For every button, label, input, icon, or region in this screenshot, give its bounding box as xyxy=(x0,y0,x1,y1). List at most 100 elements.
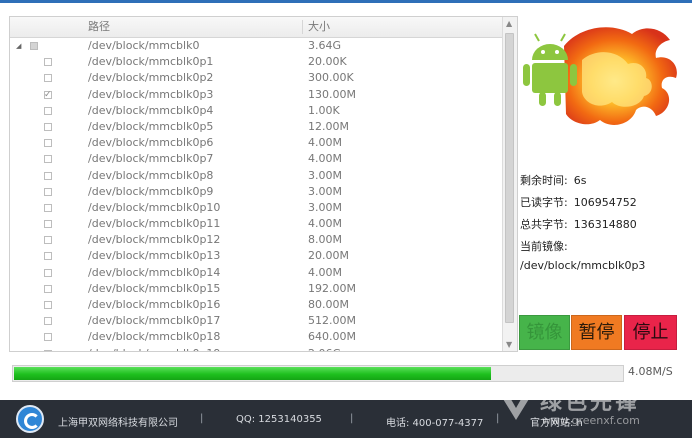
row-size: 3.00M xyxy=(308,184,342,198)
row-size: 3.00M xyxy=(308,200,342,214)
table-row[interactable]: /dev/block/mmcblk0p3 130.00M xyxy=(10,87,502,103)
table-row[interactable]: /dev/block/mmcblk0p2 300.00K xyxy=(10,70,502,86)
row-checkbox[interactable] xyxy=(44,139,52,148)
table-row[interactable]: /dev/block/mmcblk0p11 4.00M xyxy=(10,216,502,232)
pause-button[interactable]: 暂停 xyxy=(571,315,622,350)
current-image-label: 当前镜像: xyxy=(520,240,568,253)
row-path: /dev/block/mmcblk0p19 xyxy=(88,346,220,351)
progress-fill xyxy=(14,367,491,380)
scroll-up-icon[interactable]: ▲ xyxy=(506,19,512,28)
table-body: ◢ /dev/block/mmcblk0 3.64G /dev/block/mm… xyxy=(10,38,502,351)
table-row[interactable]: /dev/block/mmcblk0p7 4.00M xyxy=(10,151,502,167)
row-checkbox[interactable] xyxy=(44,301,52,309)
footer-phone: 电话: 400-077-4377 xyxy=(386,418,484,429)
row-size: 1.00K xyxy=(308,103,340,117)
row-size: 8.00M xyxy=(308,233,342,247)
row-path: /dev/block/mmcblk0p9 xyxy=(88,184,214,198)
row-checkbox[interactable] xyxy=(44,284,52,293)
row-size: 20.00K xyxy=(308,55,347,69)
row-checkbox[interactable] xyxy=(44,171,52,180)
row-path: /dev/block/mmcblk0p1 xyxy=(88,55,214,69)
table-row[interactable]: /dev/block/mmcblk0p19 2.06G xyxy=(10,346,502,351)
bytes-total: 总共字节: 136314880 xyxy=(520,216,637,232)
row-checkbox[interactable] xyxy=(44,58,52,67)
row-size: 80.00M xyxy=(308,298,349,311)
bytes-total-label: 总共字节: xyxy=(520,218,568,231)
table-header: 路径 大小 xyxy=(10,17,502,38)
row-size: 4.00M xyxy=(308,152,342,166)
header-divider[interactable] xyxy=(302,20,303,34)
row-path: /dev/block/mmcblk0p13 xyxy=(88,249,221,263)
row-path: /dev/block/mmcblk0p11 xyxy=(88,217,221,231)
table-row[interactable]: /dev/block/mmcblk0p12 8.00M xyxy=(10,232,502,248)
table-row[interactable]: /dev/block/mmcblk0p6 4.00M xyxy=(10,135,502,151)
row-checkbox[interactable] xyxy=(44,74,52,83)
scroll-down-icon[interactable]: ▼ xyxy=(506,340,512,349)
partition-table[interactable]: 路径 大小 ◢ /dev/block/mmcblk0 3.64G /dev/bl… xyxy=(9,16,518,352)
android-fire-logo xyxy=(523,27,677,125)
row-checkbox[interactable] xyxy=(44,252,52,261)
footer-company: 上海甲双网络科技有限公司 xyxy=(58,418,178,429)
row-checkbox-root[interactable] xyxy=(30,42,38,50)
vertical-scrollbar[interactable]: ▲ ▼ xyxy=(502,17,517,351)
watermark-logo-icon xyxy=(500,394,532,420)
table-row[interactable]: /dev/block/mmcblk0p9 3.00M xyxy=(10,184,502,200)
row-path: /dev/block/mmcblk0 xyxy=(88,39,200,52)
row-checkbox[interactable] xyxy=(44,236,52,245)
row-checkbox[interactable] xyxy=(44,187,52,196)
header-size[interactable]: 大小 xyxy=(308,17,330,37)
row-path: /dev/block/mmcblk0p15 xyxy=(88,281,221,295)
header-path[interactable]: 路径 xyxy=(88,17,110,37)
footer-separator: | xyxy=(200,413,204,424)
table-row[interactable]: /dev/block/mmcblk0p15 192.00M xyxy=(10,281,502,297)
row-size: 2.06G xyxy=(308,346,341,351)
row-size: 3.64G xyxy=(308,39,342,52)
row-checkbox[interactable] xyxy=(44,122,52,131)
table-row[interactable]: /dev/block/mmcblk0p4 1.00K xyxy=(10,103,502,119)
table-row[interactable]: /dev/block/mmcblk0p18 640.00M xyxy=(10,329,502,345)
row-checkbox[interactable] xyxy=(44,155,52,164)
footer-separator: | xyxy=(350,413,354,424)
table-row[interactable]: /dev/block/mmcblk0p8 3.00M xyxy=(10,168,502,184)
table-row[interactable]: /dev/block/mmcblk0p5 12.00M xyxy=(10,119,502,135)
record-button[interactable]: 镜像 xyxy=(519,315,570,350)
row-size: 4.00M xyxy=(308,265,342,279)
company-logo-icon xyxy=(16,405,44,433)
row-checkbox[interactable] xyxy=(44,349,52,351)
current-image-value: /dev/block/mmcblk0p3 xyxy=(520,259,646,272)
row-path: /dev/block/mmcblk0p4 xyxy=(88,103,214,117)
row-checkbox[interactable] xyxy=(44,268,52,277)
row-checkbox[interactable] xyxy=(44,317,52,326)
row-size: 130.00M xyxy=(308,87,356,101)
table-row[interactable]: /dev/block/mmcblk0p16 80.00M xyxy=(10,297,502,313)
row-checkbox[interactable] xyxy=(44,106,52,115)
row-path: /dev/block/mmcblk0p8 xyxy=(88,168,214,182)
bytes-read-label: 已读字节: xyxy=(520,196,568,209)
remaining-time-label: 剩余时间: xyxy=(520,174,568,187)
table-row[interactable]: /dev/block/mmcblk0p1 20.00K xyxy=(10,54,502,70)
window-top-border xyxy=(0,0,692,3)
row-path: /dev/block/mmcblk0p10 xyxy=(88,200,221,214)
table-row[interactable]: /dev/block/mmcblk0p14 4.00M xyxy=(10,265,502,281)
tree-expand-icon[interactable]: ◢ xyxy=(16,38,21,54)
table-row[interactable]: /dev/block/mmcblk0p17 512.00M xyxy=(10,313,502,329)
row-checkbox[interactable] xyxy=(44,203,52,212)
table-row-root[interactable]: ◢ /dev/block/mmcblk0 3.64G xyxy=(10,38,502,54)
transfer-speed: 4.08M/S xyxy=(628,365,673,378)
android-eye-left xyxy=(541,50,545,54)
row-size: 4.00M xyxy=(308,217,342,231)
table-row[interactable]: /dev/block/mmcblk0p10 3.00M xyxy=(10,200,502,216)
table-row[interactable]: /dev/block/mmcblk0p13 20.00M xyxy=(10,248,502,264)
bytes-total-value: 136314880 xyxy=(573,218,637,231)
bytes-read: 已读字节: 106954752 xyxy=(520,194,637,210)
row-path: /dev/block/mmcblk0p2 xyxy=(88,71,214,85)
scroll-thumb[interactable] xyxy=(505,33,514,323)
row-checkbox[interactable] xyxy=(44,220,52,229)
row-size: 4.00M xyxy=(308,136,342,150)
row-checkbox[interactable] xyxy=(44,333,52,342)
row-path: /dev/block/mmcblk0p3 xyxy=(88,87,214,101)
stop-button[interactable]: 停止 xyxy=(624,315,677,350)
row-checkbox[interactable] xyxy=(44,87,52,103)
bytes-read-value: 106954752 xyxy=(573,196,637,209)
row-path: /dev/block/mmcblk0p5 xyxy=(88,119,214,133)
